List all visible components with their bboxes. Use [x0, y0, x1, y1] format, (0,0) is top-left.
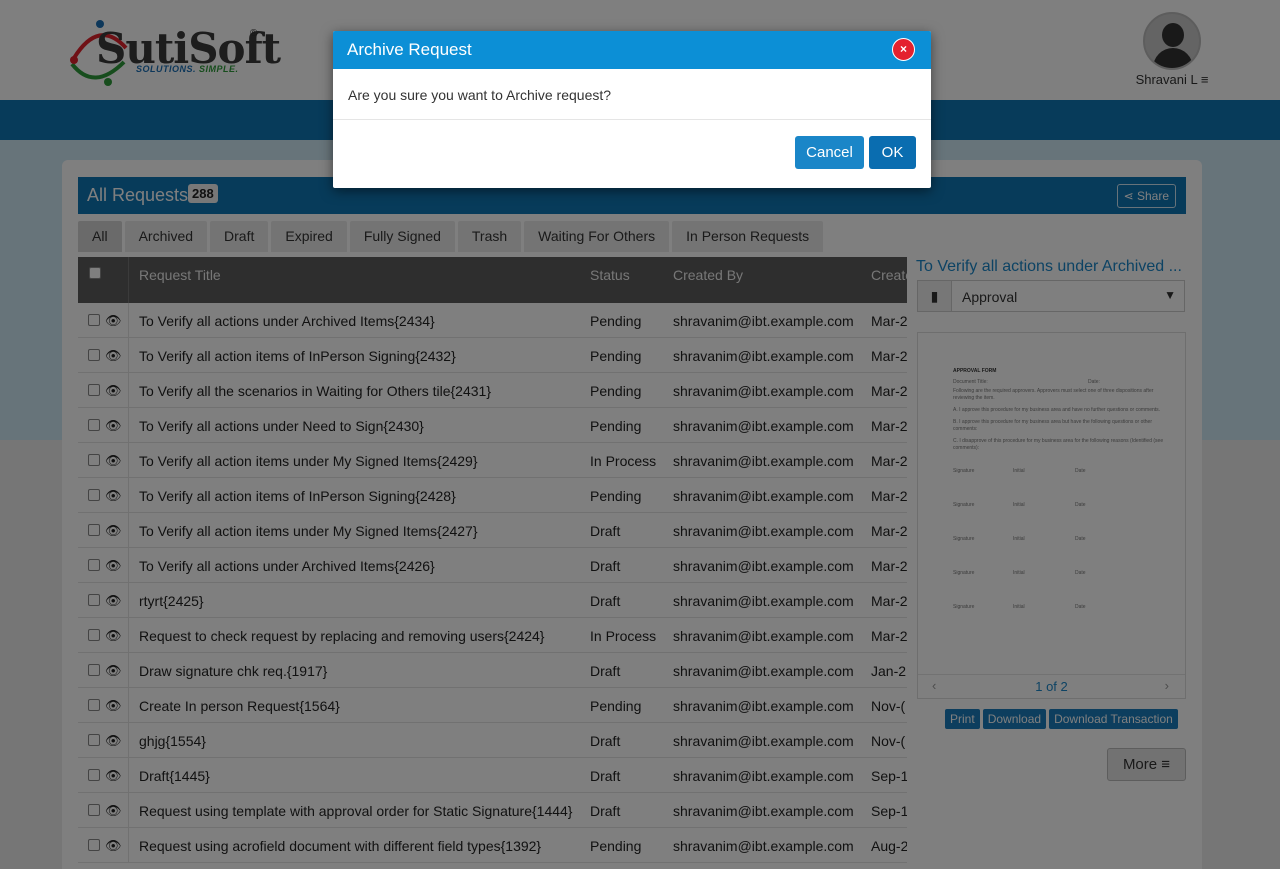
cancel-button[interactable]: Cancel	[795, 136, 864, 169]
ok-button[interactable]: OK	[869, 136, 916, 169]
dialog-message: Are you sure you want to Archive request…	[348, 87, 612, 103]
dialog-body: Are you sure you want to Archive request…	[333, 69, 931, 120]
dialog-header: Archive Request ×	[333, 31, 931, 69]
dialog-footer: Cancel OK	[333, 120, 931, 188]
dialog-title: Archive Request	[347, 40, 472, 59]
archive-request-dialog: Archive Request × Are you sure you want …	[333, 31, 931, 188]
close-icon[interactable]: ×	[892, 38, 915, 61]
